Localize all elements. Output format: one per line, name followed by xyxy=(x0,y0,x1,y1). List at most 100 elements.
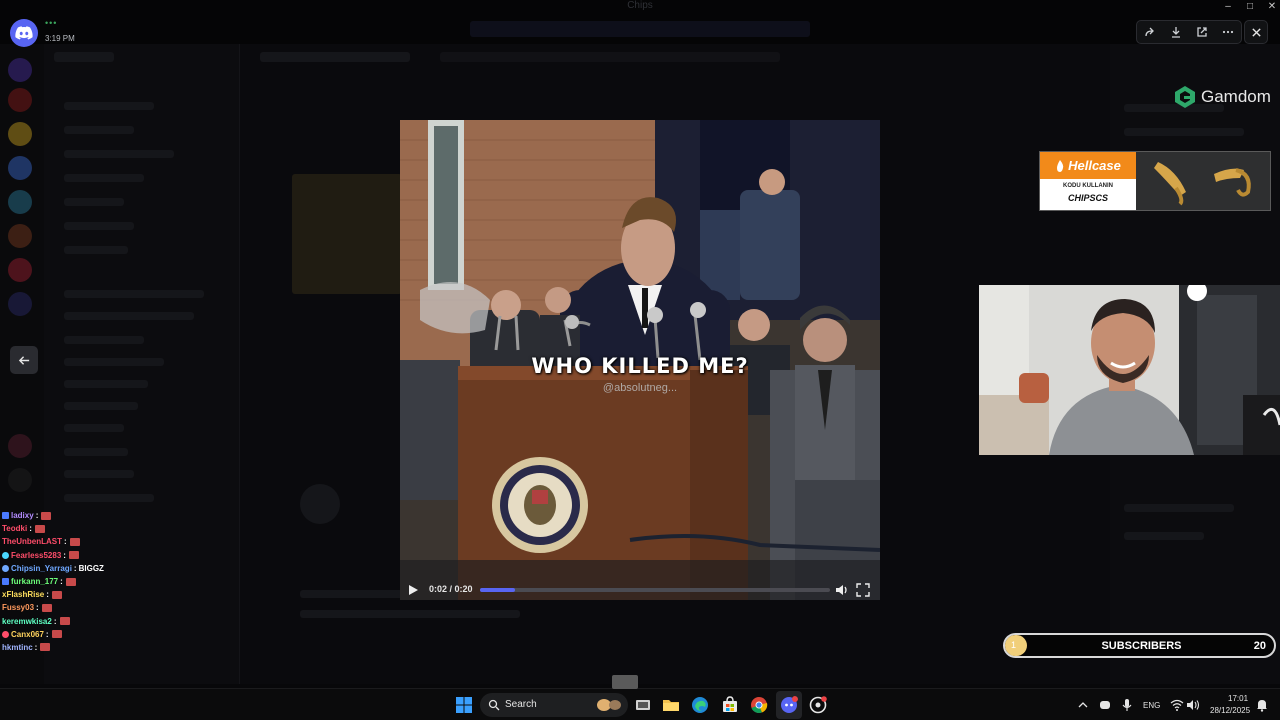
open-external-icon[interactable] xyxy=(1195,25,1209,39)
hellcase-code: CHIPSCS xyxy=(1067,193,1108,203)
streamer-webcam xyxy=(979,285,1280,455)
download-icon[interactable] xyxy=(1169,25,1183,39)
server-icon[interactable] xyxy=(8,258,32,282)
chrome-icon[interactable] xyxy=(750,696,768,714)
search-placeholder: Search xyxy=(505,699,537,710)
title-bar: Chips – □ ✕ xyxy=(0,0,1280,44)
taskbar: Search ENG 17:01 28/12/2025 xyxy=(0,675,1280,720)
hellcase-code-panel: Hellcase KODU KULLANIN CHIPSCS xyxy=(1040,152,1136,210)
back-button[interactable] xyxy=(10,346,38,374)
overlay-time: 3:19 PM xyxy=(45,34,75,43)
hellcase-banner: Hellcase KODU KULLANIN CHIPSCS xyxy=(1039,151,1271,211)
chat-user: xFlashRise xyxy=(2,590,45,600)
emote-icon xyxy=(51,590,62,599)
chat-user: furkann_177 xyxy=(11,577,59,587)
discord-tray-icon[interactable] xyxy=(1098,698,1112,712)
video-player[interactable]: WHO KILLED ME? @absolutneg... xyxy=(400,120,880,600)
video-caption: WHO KILLED ME? xyxy=(531,354,749,378)
task-view-icon[interactable] xyxy=(634,696,652,714)
window-close-button[interactable]: ✕ xyxy=(1262,1,1280,12)
taskbar-search[interactable]: Search xyxy=(480,693,628,717)
server-icon[interactable] xyxy=(8,292,32,316)
chat-user: Canx067 xyxy=(11,629,44,639)
file-explorer-icon[interactable] xyxy=(662,696,680,714)
chat-message: Fearless5283: xyxy=(2,549,122,562)
seek-bar[interactable] xyxy=(480,588,830,592)
clock-date[interactable]: 28/12/2025 xyxy=(1210,706,1250,715)
badge-icon xyxy=(2,578,9,586)
chat-message: hkmtinc: xyxy=(2,641,122,654)
chat-user: Fussy03 xyxy=(2,603,35,613)
chat-message: ladixy: xyxy=(2,509,122,522)
emote-icon xyxy=(41,603,52,612)
clock-time[interactable]: 17:01 xyxy=(1228,694,1248,703)
badge-icon xyxy=(2,512,9,520)
status-dots: ••• xyxy=(45,18,58,28)
maximize-button[interactable]: □ xyxy=(1240,1,1260,12)
notice-banner xyxy=(470,21,810,37)
chat-message: Teodki: xyxy=(2,522,122,535)
discord-taskbar-icon[interactable] xyxy=(780,696,798,714)
emote-icon xyxy=(34,524,45,533)
close-icon xyxy=(1251,27,1261,37)
server-icon[interactable] xyxy=(8,224,32,248)
volume-icon[interactable] xyxy=(835,583,849,597)
stream-chat: ladixy: Teodki: TheUnbenLAST: Fearless52… xyxy=(2,509,122,654)
gamdom-logo-icon xyxy=(1175,86,1195,108)
minimize-button[interactable]: – xyxy=(1218,1,1238,12)
fullscreen-icon[interactable] xyxy=(856,583,870,597)
chevron-up-icon[interactable] xyxy=(1076,698,1090,712)
subscribers-label: SUBSCRIBERS xyxy=(1101,640,1182,652)
server-icon[interactable] xyxy=(8,122,32,146)
obs-icon[interactable] xyxy=(809,696,827,714)
emote-icon xyxy=(51,630,62,639)
emote-icon xyxy=(41,511,52,520)
hellcase-brand: Hellcase xyxy=(1040,152,1136,179)
subscribers-goal: 1 SUBSCRIBERS 20 xyxy=(1003,633,1276,658)
store-icon[interactable] xyxy=(721,696,739,714)
chat-user: keremwkisa2 xyxy=(2,616,52,626)
video-controls: 0:02 / 0:20 xyxy=(400,578,880,602)
badge-icon xyxy=(2,564,9,572)
chat-message: Fussy03: xyxy=(2,601,122,614)
taskbar-thumbnail-icon xyxy=(612,675,638,689)
chat-user: Chipsin_Yarragi xyxy=(11,563,72,573)
badge-icon xyxy=(2,630,9,638)
chat-user: TheUnbenLAST xyxy=(2,537,62,547)
more-icon[interactable] xyxy=(1221,25,1235,39)
windows-start-icon[interactable] xyxy=(455,696,473,714)
arrow-left-icon xyxy=(18,355,29,365)
notification-icon[interactable] xyxy=(1256,698,1268,712)
wifi-icon[interactable] xyxy=(1170,698,1184,712)
video-watermark: @absolutneg... xyxy=(602,382,678,394)
microphone-icon[interactable] xyxy=(1120,698,1134,712)
play-icon[interactable] xyxy=(406,583,420,597)
chat-text: BIGGZ xyxy=(78,563,104,573)
badge-icon xyxy=(2,551,9,559)
server-icon[interactable] xyxy=(8,156,32,180)
video-time: 0:02 / 0:20 xyxy=(429,584,473,594)
edge-icon[interactable] xyxy=(691,696,709,714)
emote-icon xyxy=(68,551,79,560)
chat-user: hkmtinc xyxy=(2,642,33,652)
chat-message: Chipsin_Yarragi: BIGGZ xyxy=(2,562,122,575)
server-icon[interactable] xyxy=(8,190,32,214)
emote-icon xyxy=(59,617,70,626)
server-icon[interactable] xyxy=(8,88,32,112)
server-icon[interactable] xyxy=(8,434,32,458)
language-indicator[interactable]: ENG xyxy=(1143,701,1160,710)
media-viewer-toolbar xyxy=(1136,20,1242,44)
server-icon[interactable] xyxy=(8,58,32,82)
volume-tray-icon[interactable] xyxy=(1186,698,1200,712)
close-viewer-button[interactable] xyxy=(1244,20,1268,44)
hellcase-brand-label: Hellcase xyxy=(1068,158,1121,173)
discord-logo-icon[interactable] xyxy=(10,19,38,47)
gamdom-sponsor: Gamdom xyxy=(1174,84,1271,110)
forward-icon[interactable] xyxy=(1143,25,1157,39)
chat-message: furkann_177: xyxy=(2,575,122,588)
server-icon[interactable] xyxy=(8,468,32,492)
seek-bar-fill xyxy=(480,588,515,592)
knife-image xyxy=(1136,152,1270,210)
search-icon xyxy=(488,699,500,711)
emote-icon xyxy=(40,643,51,652)
